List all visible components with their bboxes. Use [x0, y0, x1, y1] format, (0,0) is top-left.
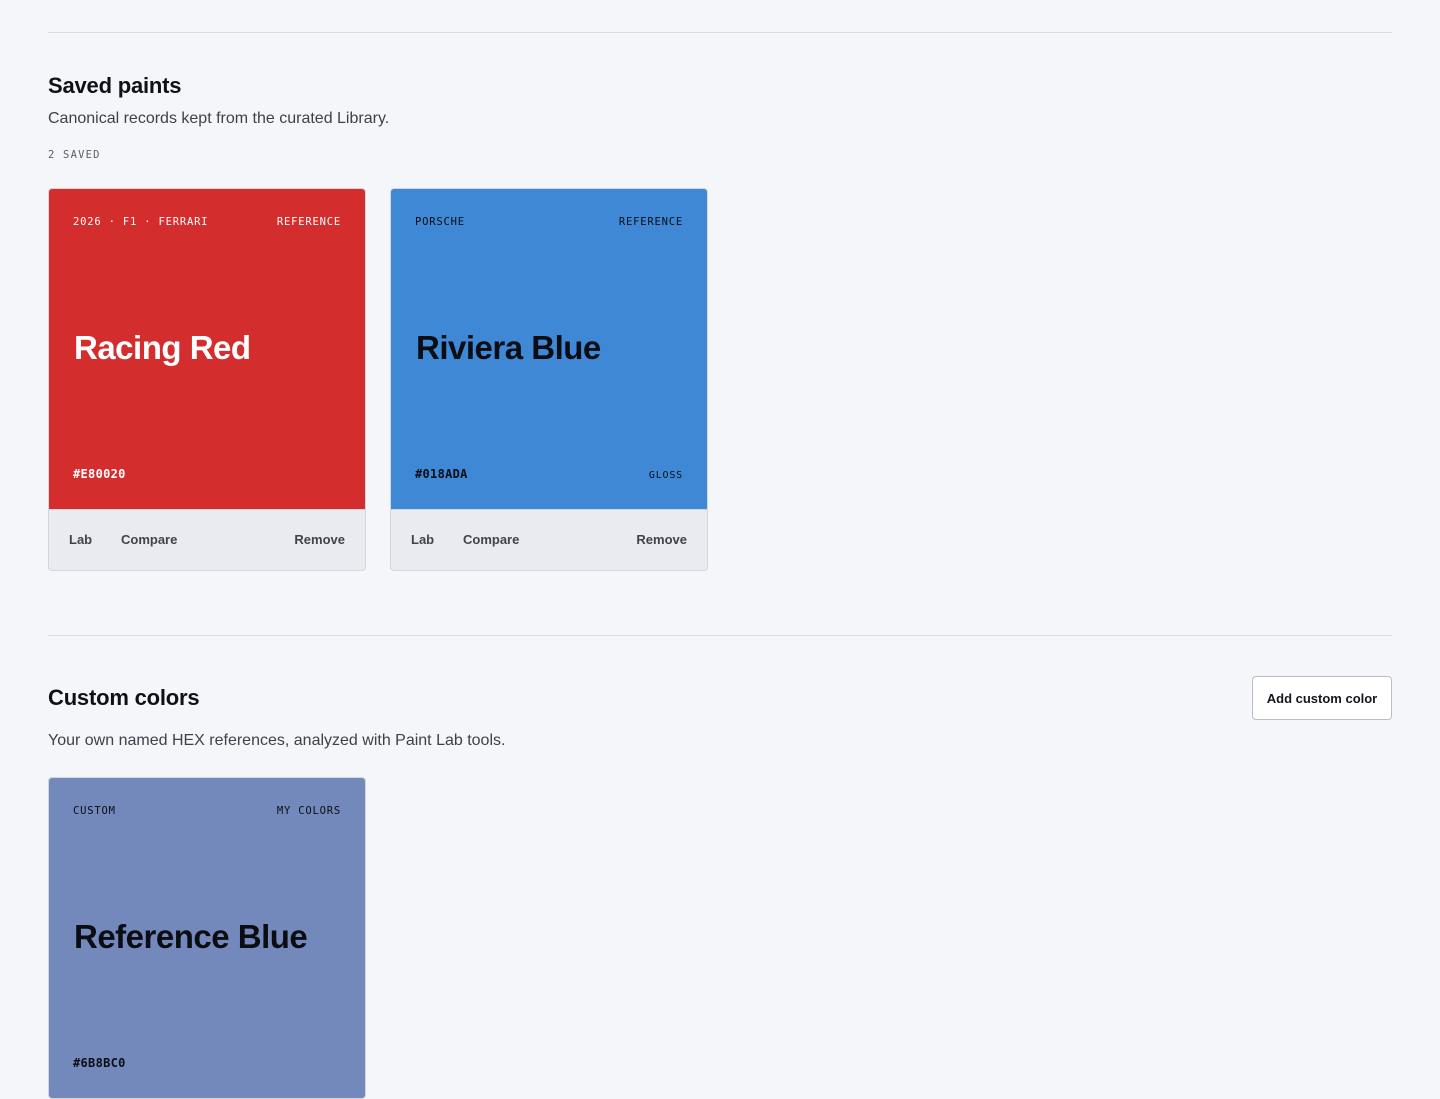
saved-paints-title: Saved paints	[48, 73, 182, 98]
remove-button[interactable]: Remove	[294, 531, 345, 549]
paint-swatch[interactable]: PORSCHE REFERENCE Riviera Blue #018ADA G…	[391, 189, 707, 509]
paint-source-label: REFERENCE	[276, 216, 341, 228]
paint-meta-tags: PORSCHE	[415, 216, 465, 228]
paint-source-label: REFERENCE	[618, 216, 683, 228]
paint-hex-code: #018ADA	[415, 467, 468, 481]
paint-finish: GLOSS	[648, 470, 683, 481]
paint-swatch[interactable]: CUSTOM MY COLORS Reference Blue #6B8BC0	[49, 778, 365, 1098]
card-actions: Lab Compare Remove	[49, 509, 365, 570]
lab-button[interactable]: Lab	[69, 531, 92, 549]
remove-button[interactable]: Remove	[636, 531, 687, 549]
paint-hex-code: #6B8BC0	[73, 1056, 126, 1070]
top-divider	[48, 32, 1392, 33]
paint-name: Riviera Blue	[416, 329, 601, 366]
lab-button[interactable]: Lab	[411, 531, 434, 549]
paint-name: Reference Blue	[74, 918, 308, 955]
custom-collection-label: MY COLORS	[276, 805, 341, 817]
paint-card-riviera-blue: PORSCHE REFERENCE Riviera Blue #018ADA G…	[390, 188, 708, 571]
paint-name: Racing Red	[74, 329, 251, 366]
paint-hex-code: #E80020	[73, 467, 126, 481]
custom-type-label: CUSTOM	[73, 805, 116, 817]
saved-paints-description: Canonical records kept from the curated …	[48, 110, 390, 127]
paint-card-racing-red: 2026 · F1 · FERRARI REFERENCE Racing Red…	[48, 188, 366, 571]
custom-colors-description: Your own named HEX references, analyzed …	[48, 732, 506, 749]
compare-button[interactable]: Compare	[121, 531, 177, 549]
saved-count: 2 SAVED	[48, 149, 101, 161]
card-actions: Lab Compare Remove	[391, 509, 707, 570]
add-custom-color-button[interactable]: Add custom color	[1252, 676, 1392, 720]
paint-meta-tags: 2026 · F1 · FERRARI	[73, 216, 209, 228]
paint-swatch[interactable]: 2026 · F1 · FERRARI REFERENCE Racing Red…	[49, 189, 365, 509]
custom-colors-title: Custom colors	[48, 685, 200, 710]
compare-button[interactable]: Compare	[463, 531, 519, 549]
custom-color-card-reference-blue: CUSTOM MY COLORS Reference Blue #6B8BC0	[48, 777, 366, 1099]
section-divider	[48, 635, 1392, 636]
